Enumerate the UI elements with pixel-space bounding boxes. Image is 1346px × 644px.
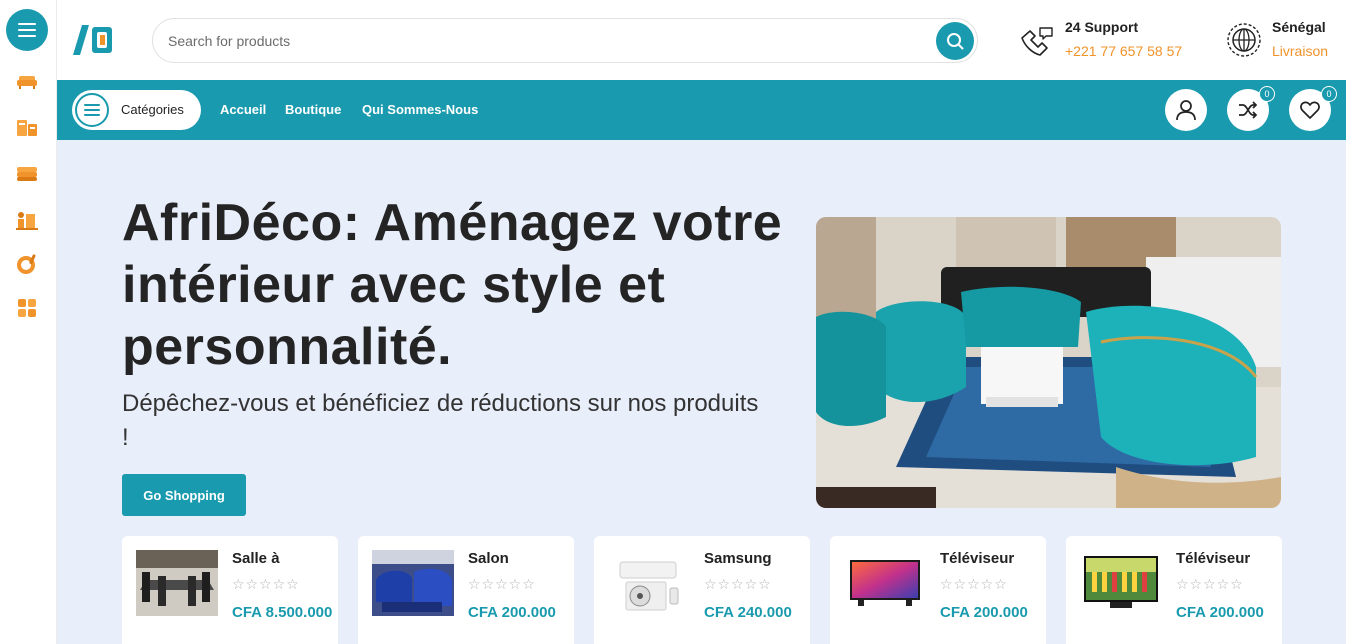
user-icon [1176, 100, 1196, 121]
product-price: CFA 200.000 [1176, 604, 1264, 621]
product-card[interactable]: Téléviseur ☆☆☆☆☆ CFA 200.000 [830, 536, 1046, 644]
product-image-salon [372, 550, 454, 616]
product-name[interactable]: Salle à [232, 550, 280, 567]
product-name[interactable]: Samsung [704, 550, 772, 567]
search-input[interactable] [168, 19, 928, 62]
nav-link-qui-sommes-nous[interactable]: Qui Sommes-Nous [362, 102, 478, 117]
product-price: CFA 200.000 [940, 604, 1028, 621]
hero-living-room-image[interactable] [816, 217, 1281, 508]
compare-button[interactable]: 0 [1227, 86, 1275, 131]
rating-stars: ☆☆☆☆☆ [704, 576, 772, 592]
product-name[interactable]: Salon [468, 550, 509, 567]
decor-icon[interactable] [16, 209, 38, 231]
wishlist-count-badge: 0 [1321, 86, 1337, 102]
grid-icon[interactable] [16, 297, 38, 319]
categories-button[interactable]: Catégories [72, 90, 201, 130]
hero-section: AfriDéco: Aménagez votre intérieur avec … [57, 140, 1346, 644]
product-name[interactable]: Téléviseur [1176, 550, 1250, 567]
compare-count-badge: 0 [1259, 86, 1275, 102]
wishlist-button[interactable]: 0 [1289, 86, 1337, 131]
globe-icon [1227, 23, 1261, 57]
categories-hamburger-icon [75, 93, 109, 127]
rating-stars: ☆☆☆☆☆ [1176, 576, 1244, 592]
region-title: Sénégal [1272, 19, 1326, 35]
product-card[interactable]: Salle à ☆☆☆☆☆ CFA 8.500.000 [122, 536, 338, 644]
product-price: CFA 8.500.000 [232, 604, 333, 621]
product-image-air-conditioner [608, 550, 690, 616]
rating-stars: ☆☆☆☆☆ [232, 576, 300, 592]
product-card[interactable]: Salon ☆☆☆☆☆ CFA 200.000 [358, 536, 574, 644]
go-shopping-button[interactable]: Go Shopping [122, 474, 246, 516]
kitchen-icon[interactable] [16, 253, 38, 275]
search-bar [152, 18, 978, 63]
shuffle-icon [1239, 101, 1258, 119]
region-delivery[interactable]: Livraison [1272, 43, 1328, 59]
support-phone[interactable]: +221 77 657 58 57 [1065, 43, 1182, 59]
left-rail [0, 0, 57, 644]
support-block[interactable]: 24 Support +221 77 657 58 57 [1018, 19, 1208, 63]
categories-label: Catégories [121, 102, 184, 117]
rating-stars: ☆☆☆☆☆ [940, 576, 1008, 592]
hero-subtitle: Dépêchez-vous et bénéficiez de réduction… [122, 390, 759, 451]
product-card[interactable]: Samsung ☆☆☆☆☆ CFA 240.000 [594, 536, 810, 644]
menu-toggle-button[interactable] [6, 9, 48, 51]
product-price: CFA 200.000 [468, 604, 556, 621]
nav-link-accueil[interactable]: Accueil [220, 102, 266, 117]
hamburger-icon [18, 23, 36, 37]
site-logo[interactable] [72, 23, 114, 57]
product-name[interactable]: Téléviseur [940, 550, 1014, 567]
account-button[interactable] [1165, 89, 1207, 131]
hero-title: AfriDéco: Aménagez votre intérieur avec … [122, 194, 783, 376]
rating-stars: ☆☆☆☆☆ [468, 576, 536, 592]
sofa-icon[interactable] [16, 71, 38, 93]
phone-support-icon [1021, 27, 1053, 56]
product-card[interactable]: Téléviseur ☆☆☆☆☆ CFA 200.000 [1066, 536, 1282, 644]
mattress-icon[interactable] [16, 163, 38, 185]
search-button[interactable] [936, 22, 974, 60]
heart-icon [1300, 101, 1320, 119]
search-icon [947, 33, 964, 50]
product-image-dining-set [136, 550, 218, 616]
nav-link-boutique[interactable]: Boutique [285, 102, 341, 117]
region-block[interactable]: Sénégal Livraison [1226, 19, 1341, 63]
support-title: 24 Support [1065, 19, 1139, 35]
product-image-television-2 [1080, 550, 1162, 616]
main-navbar: Catégories Accueil Boutique Qui Sommes-N… [57, 80, 1346, 140]
product-price: CFA 240.000 [704, 604, 792, 621]
product-image-television [844, 550, 926, 616]
boxes-icon[interactable] [16, 117, 38, 139]
